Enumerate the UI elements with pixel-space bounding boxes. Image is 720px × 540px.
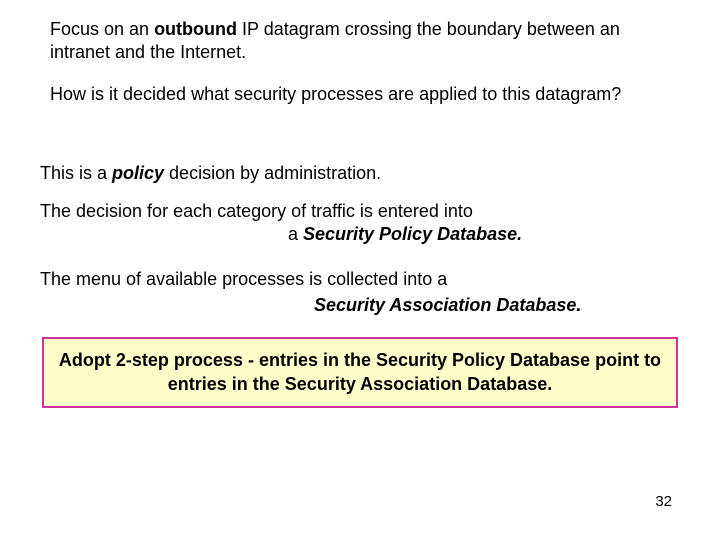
paragraph-question: How is it decided what security processe… — [30, 83, 690, 106]
bold-outbound: outbound — [154, 19, 237, 39]
text: a — [288, 224, 303, 244]
text: decision by administration. — [164, 163, 381, 183]
bolditalic-sad: Security Association Database. — [30, 294, 690, 317]
text-line: The decision for each category of traffi… — [40, 200, 640, 223]
highlight-text: Adopt 2-step process - entries in the Se… — [59, 350, 661, 393]
text: Focus on an — [50, 19, 154, 39]
paragraph-policy: This is a policy decision by administrat… — [30, 162, 690, 185]
slide: Focus on an outbound IP datagram crossin… — [0, 0, 720, 540]
text: This is a — [40, 163, 112, 183]
bolditalic-spd: Security Policy Database. — [303, 224, 522, 244]
paragraph-focus: Focus on an outbound IP datagram crossin… — [30, 18, 690, 65]
highlight-box: Adopt 2-step process - entries in the Se… — [42, 337, 678, 408]
paragraph-sad: The menu of available processes is colle… — [30, 268, 690, 291]
text-line-indent: a Security Policy Database. — [40, 223, 640, 246]
paragraph-spd: The decision for each category of traffi… — [30, 200, 690, 247]
bolditalic-policy: policy — [112, 163, 164, 183]
page-number: 32 — [655, 493, 672, 510]
